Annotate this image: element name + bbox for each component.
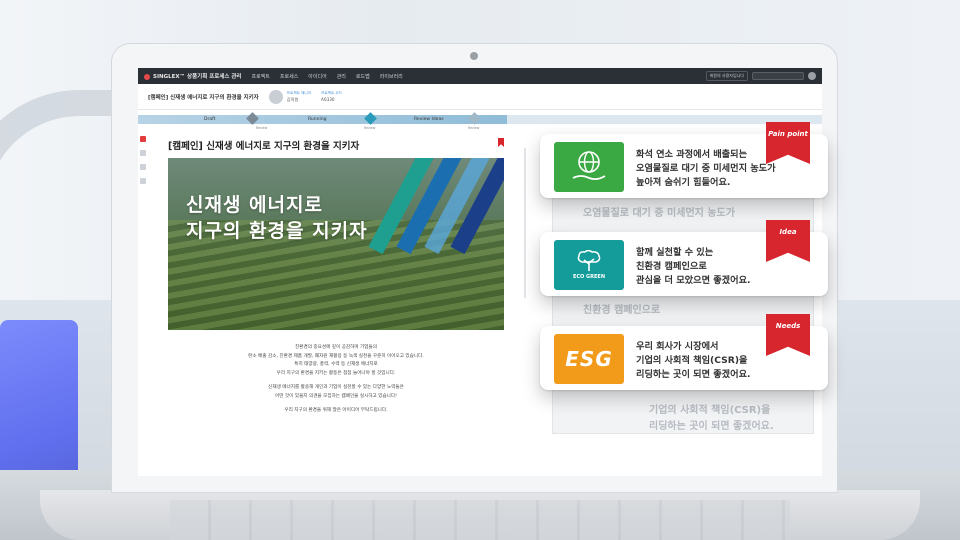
- needs-card[interactable]: ESG 우리 회사가 시장에서 기업의 사회적 책임(CSR)을 리딩하는 곳이…: [540, 314, 828, 390]
- nav-item-process[interactable]: 프로세스: [280, 73, 298, 80]
- app-topbar: SINGLEX™ 상품기획 프로세스 관리 프로젝트 프로세스 아이디어 관리 …: [138, 68, 822, 84]
- topbar-right: 위원의 사용자입니다: [705, 71, 816, 81]
- rail-list-icon[interactable]: [140, 150, 146, 156]
- ghost-text: 친환경 캠페인으로: [583, 305, 661, 316]
- pain-point-card[interactable]: 화석 연소 과정에서 배출되는 오염물질로 대기 중 미세먼지 농도가 높아져 …: [540, 122, 828, 198]
- laptop-keyboard: [170, 500, 790, 540]
- app-logo-text: SINGLEX™ 상품기획 프로세스 관리: [153, 74, 242, 80]
- nav-item-ideas[interactable]: 아이디어: [308, 73, 326, 80]
- search-input[interactable]: [752, 72, 804, 80]
- description-line: 특히 태양광, 풍력, 수력 등 신재생 에너지로: [294, 362, 378, 367]
- stage-date: Review: [256, 126, 268, 130]
- stage-draft-label: Draft: [204, 117, 216, 122]
- idea-text: 함께 실천할 수 있는 친환경 캠페인으로 관심을 더 모았으면 좋겠어요.: [636, 246, 751, 288]
- description-line: 친환경의 중요성에 깊이 공감하며 기업들의: [295, 345, 377, 350]
- ghost-text: 오염물질로 대기 중 미세먼지 농도가: [583, 208, 735, 219]
- idea-ribbon: Idea: [766, 220, 810, 262]
- card-line: 기업의 사회적 책임(CSR)을: [636, 355, 748, 366]
- stage-review-label: Review Ideas: [414, 117, 444, 122]
- webcam-icon: [470, 52, 478, 60]
- description-line: 신재생 에너지를 활용해 개인과 기업이 실천할 수 있는 다양한 노력들은: [268, 385, 404, 390]
- avatar: [268, 89, 283, 104]
- campaign-header: [캠페인] 신재생 에너지로 지구의 환경을 지키자 프로젝트 매니저 김직원 …: [138, 84, 822, 110]
- card-line: 친환경 캠페인으로: [636, 261, 707, 272]
- background-arch: [0, 90, 130, 320]
- ghost-text: 기업의 사회적 책임(CSR)을: [649, 405, 771, 416]
- description-line: 우리 지구의 환경을 위해 많은 아이디어 부탁드립니다.: [284, 408, 388, 413]
- stage-date: Review: [364, 126, 376, 130]
- nav-item-library[interactable]: 라이브러리: [380, 73, 403, 80]
- user-mode-button[interactable]: 위원의 사용자입니다: [705, 71, 748, 81]
- rail-chart-icon[interactable]: [140, 164, 146, 170]
- project-value: A0330: [321, 97, 335, 102]
- scrollbar[interactable]: [524, 148, 526, 298]
- globe-hand-icon: [554, 142, 624, 192]
- card-line: 리딩하는 곳이 되면 좋겠어요.: [636, 369, 751, 380]
- ribbon-label: Idea: [779, 228, 797, 236]
- user-avatar[interactable]: [808, 72, 816, 80]
- author-meta: 프로젝트 매니저 김직원: [268, 89, 312, 104]
- nav-item-roadmap[interactable]: 로드맵: [356, 73, 370, 80]
- pain-point-text: 화석 연소 과정에서 배출되는 오염물질로 대기 중 미세먼지 농도가 높아져 …: [636, 148, 776, 190]
- card-line: 함께 실천할 수 있는: [636, 247, 714, 258]
- esg-badge-icon: ESG: [554, 334, 624, 384]
- page-title: [캠페인] 신재생 에너지로 지구의 환경을 지키자: [148, 94, 259, 101]
- nav-item-admin[interactable]: 관리: [337, 73, 346, 80]
- app-logo[interactable]: SINGLEX™ 상품기획 프로세스 관리: [144, 72, 241, 80]
- eco-green-label: ECO GREEN: [572, 274, 606, 280]
- needs-ribbon: Needs: [766, 314, 810, 356]
- author-label: 프로젝트 매니저: [286, 90, 312, 95]
- ribbon-label: Pain point: [768, 130, 808, 138]
- campaign-content: [캠페인] 신재생 에너지로 지구의 환경을 지키자 신재생 에너지로 지구의 …: [168, 138, 504, 413]
- esg-label: ESG: [565, 347, 613, 371]
- stage-date: Review: [468, 126, 480, 130]
- card-line: 화석 연소 과정에서 배출되는: [636, 149, 748, 160]
- main-nav: 프로젝트 프로세스 아이디어 관리 로드맵 라이브러리: [251, 73, 402, 80]
- logo-mark-icon: [144, 73, 150, 80]
- campaign-description: 친환경의 중요성에 깊이 공감하며 기업들의 탄소 배출 감소, 친환경 제품 …: [168, 344, 504, 416]
- left-rail: [138, 132, 148, 476]
- project-label: 프로젝트 코드: [321, 91, 343, 95]
- hero-headline: 신재생 에너지로 지구의 환경을 지키자: [186, 192, 368, 244]
- nav-item-projects[interactable]: 프로젝트: [251, 73, 269, 80]
- hero-line-1: 신재생 에너지로: [186, 194, 323, 216]
- stage-progress: Draft Running Review Ideas Review Review…: [138, 110, 822, 132]
- description-line: 우리 지구의 환경을 지키는 활동은 점점 늘어나야 할 것입니다.: [276, 370, 396, 376]
- idea-card[interactable]: ECO GREEN 함께 실천할 수 있는 친환경 캠페인으로 관심을 더 모았…: [540, 220, 828, 296]
- rail-home-icon[interactable]: [140, 136, 146, 142]
- card-line: 관심을 더 모았으면 좋겠어요.: [636, 275, 751, 286]
- ribbon-label: Needs: [775, 322, 801, 330]
- needs-text: 우리 회사가 시장에서 기업의 사회적 책임(CSR)을 리딩하는 곳이 되면 …: [636, 340, 751, 382]
- description-line: 탄소 배출 감소, 친환경 제품 개발, 폐자원 재활용 등 녹색 실천을 꾸준…: [248, 353, 424, 359]
- card-line: 높아져 숨쉬기 힘들어요.: [636, 177, 731, 188]
- hero-line-2: 지구의 환경을 지키자: [186, 220, 368, 242]
- stage-running-label: Running: [308, 117, 327, 122]
- card-line: 우리 회사가 시장에서: [636, 341, 719, 352]
- rail-settings-icon[interactable]: [140, 178, 146, 184]
- card-line: 오염물질로 대기 중 미세먼지 농도가: [636, 163, 776, 174]
- author-name: 김직원: [286, 96, 299, 102]
- ghost-text: 리딩하는 곳이 되면 좋겠어요.: [649, 421, 774, 432]
- pain-point-ribbon: Pain point: [766, 122, 810, 164]
- campaign-hero-image: 신재생 에너지로 지구의 환경을 지키자: [168, 158, 504, 330]
- campaign-title: [캠페인] 신재생 에너지로 지구의 환경을 지키자: [168, 141, 360, 152]
- project-meta: 프로젝트 코드 A0330: [321, 91, 342, 102]
- description-line: 어떤 것이 있을지 의견을 모집하는 캠페인을 실시하고 있습니다!: [275, 393, 397, 399]
- eco-green-tree-icon: ECO GREEN: [554, 240, 624, 290]
